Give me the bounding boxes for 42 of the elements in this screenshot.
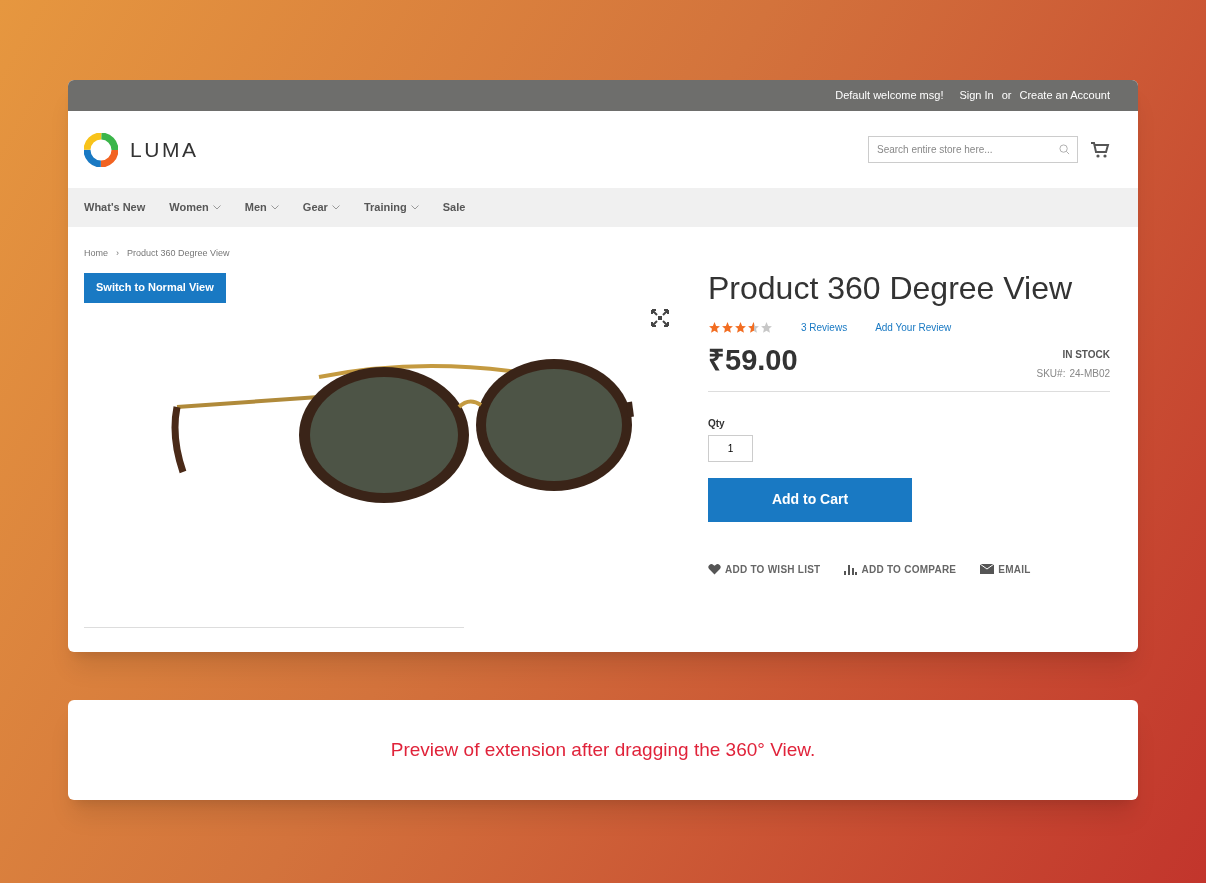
breadcrumb-link[interactable]: Home <box>84 247 108 261</box>
breadcrumb-link[interactable]: Product 360 Degree View <box>127 247 230 261</box>
nav-item[interactable]: Men <box>244 199 279 216</box>
reviews-link[interactable]: 3 Reviews <box>801 320 848 335</box>
stock-status: IN STOCK <box>1062 348 1110 362</box>
sku-value: 24-MB02 <box>1069 367 1110 381</box>
welcome-message: Default welcome msg! <box>835 88 944 104</box>
star-icon <box>734 321 747 334</box>
product-price: ₹59.00 <box>708 343 798 378</box>
search-field[interactable]: Search entire store here... <box>868 136 1078 163</box>
product-action-link[interactable]: ADD TO COMPARE <box>844 561 957 577</box>
sign-in-link[interactable]: Sign In <box>959 87 994 104</box>
product-action-link[interactable]: ADD TO WISH LIST <box>708 561 821 577</box>
nav-item[interactable]: Sale <box>442 199 466 216</box>
nav-item[interactable]: What's New <box>84 199 146 216</box>
add-to-cart-button[interactable]: Add to Cart <box>708 477 912 522</box>
or-text: or <box>1001 88 1012 104</box>
bar-chart-icon <box>844 563 858 575</box>
caption-text: Preview of extension after dragging the 360° View. <box>390 737 816 762</box>
add-review-link[interactable]: Add Your Review <box>875 320 952 335</box>
star-icon <box>747 321 760 334</box>
logo-text: LUMA <box>130 136 199 163</box>
product-title: Product 360 Degree View <box>708 272 1074 304</box>
logo-icon <box>84 132 118 167</box>
create-account-link[interactable]: Create an Account <box>1019 87 1110 104</box>
breadcrumb-separator: › <box>116 247 119 260</box>
nav-item[interactable]: Gear <box>302 199 340 216</box>
product-action-link[interactable]: EMAIL <box>980 561 1031 577</box>
star-icon <box>760 321 773 334</box>
sku-label: SKU#: <box>1036 367 1066 381</box>
nav-item[interactable]: Women <box>169 199 221 216</box>
star-icon <box>708 321 721 334</box>
star-icon <box>721 321 734 334</box>
search-icon <box>1059 144 1070 155</box>
qty-field[interactable]: 1 <box>708 434 753 462</box>
nav-item[interactable]: Training <box>363 199 419 216</box>
fullscreen-icon[interactable] <box>651 309 669 327</box>
switch-view-button[interactable]: Switch to Normal View <box>84 272 226 303</box>
envelope-icon <box>980 564 995 574</box>
heart-icon <box>708 563 721 575</box>
cart-icon[interactable] <box>1090 140 1110 159</box>
qty-label: Qty <box>708 416 726 431</box>
